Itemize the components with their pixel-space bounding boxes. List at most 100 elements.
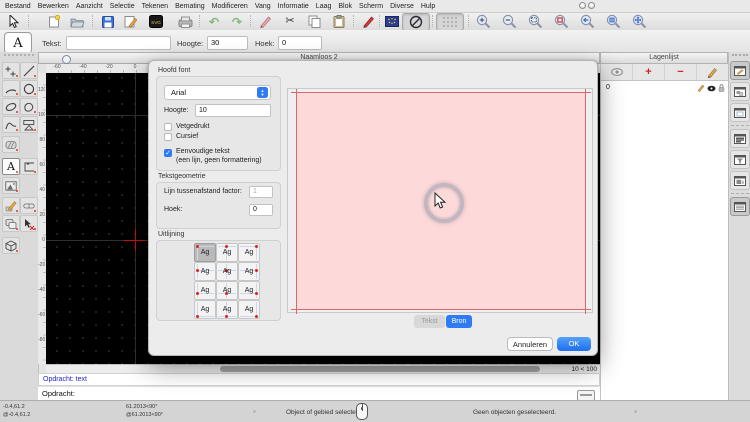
menu-blok[interactable]: Blok [338,3,352,10]
align-top-right-button[interactable]: Ag [238,243,260,262]
zoom-out-icon[interactable] [500,14,518,29]
grid-toggle-icon[interactable] [436,13,464,31]
ok-button[interactable]: OK [557,337,591,351]
draw-pen-icon[interactable] [256,14,274,29]
preview-panel-toggle-icon[interactable] [730,171,750,190]
block-list-panel-toggle-icon[interactable] [730,82,750,101]
combo-arrows-icon[interactable]: ▲▼ [257,87,268,98]
spline-tool-icon[interactable] [20,98,38,115]
align-base-left-button[interactable]: Ag [194,281,216,300]
align-bottom-center-button[interactable]: Ag [216,300,238,319]
text-tool-palette-icon[interactable]: A [2,158,20,175]
menu-hulp[interactable]: Hulp [421,3,435,10]
copy-icon[interactable] [305,14,323,29]
zoom-pan-icon[interactable] [630,14,648,29]
layer-edit-pencil-icon[interactable] [697,84,705,92]
shape-tool-icon[interactable] [20,116,38,133]
layer-list-panel-toggle-icon[interactable] [730,61,750,80]
simple-text-checkbox[interactable]: ✓ [164,149,172,157]
new-file-icon[interactable] [45,14,63,29]
menu-laag[interactable]: Laag [316,3,332,10]
modify-tool-icon[interactable] [2,197,20,214]
window-minimize-button[interactable] [579,2,586,9]
tab-source[interactable]: Bron [446,315,472,328]
line-spacing-input[interactable]: 1 [249,186,273,198]
layer-lock-icon[interactable] [718,84,725,92]
align-middle-left-button[interactable]: Ag [194,262,216,281]
font-select[interactable]: Arial ▲▼ [164,85,271,100]
paste-icon[interactable] [330,14,348,29]
menu-bemating[interactable]: Bemating [175,3,205,10]
restrict-off-icon[interactable] [402,13,430,31]
align-middle-center-button[interactable]: Ag [216,262,238,281]
window-zoom-button[interactable] [588,2,595,9]
italic-checkbox[interactable] [164,133,172,141]
selection-filter-panel-toggle-icon[interactable] [730,150,750,169]
palette-drag-handle[interactable] [4,54,34,60]
print-icon[interactable] [176,14,194,29]
text-input[interactable] [66,36,171,50]
image-tool-icon[interactable] [2,177,20,194]
height-input[interactable]: 30 [207,36,248,50]
point-tool-icon[interactable] [2,62,20,79]
circle-tool-icon[interactable] [20,80,38,97]
measure-tool-icon[interactable] [20,197,38,214]
ellipse-tool-icon[interactable] [2,98,20,115]
font-height-input[interactable]: 10 [195,104,271,117]
menu-bewerken[interactable]: Bewerken [38,3,69,10]
hatch-tool-icon[interactable] [2,136,20,153]
menu-bestand[interactable]: Bestand [5,3,31,10]
isometric-tool-icon[interactable] [2,237,20,254]
layer-visible-eye-icon[interactable] [707,85,716,92]
property-editor-panel-toggle-icon[interactable] [730,197,750,216]
rail-drag-handle[interactable] [732,54,748,59]
pointer-icon[interactable] [5,14,23,29]
command-input[interactable]: Opdracht: [38,386,600,400]
menu-aanzicht[interactable]: Aanzicht [76,3,103,10]
zoom-window-icon[interactable] [604,14,622,29]
polyline-tool-icon[interactable] [2,116,20,133]
boolean-tool-icon[interactable] [2,215,20,232]
library-browser-panel-toggle-icon[interactable] [730,103,750,122]
menu-selectie[interactable]: Selectie [110,3,135,10]
line-tool-icon[interactable] [20,62,38,79]
zoom-selection-icon[interactable] [552,14,570,29]
zoom-previous-icon[interactable] [578,14,596,29]
align-top-center-button[interactable]: Ag [216,243,238,262]
menu-modificeren[interactable]: Modificeren [212,3,248,10]
save-as-icon[interactable] [121,14,139,29]
menu-informatie[interactable]: Informatie [278,3,309,10]
bold-checkbox[interactable] [164,123,172,131]
align-middle-right-button[interactable]: Ag [238,262,260,281]
angle-input[interactable]: 0 [278,36,322,50]
align-bottom-right-button[interactable]: Ag [238,300,260,319]
menu-vang[interactable]: Vang [255,3,271,10]
text-tool-button[interactable]: A [4,32,32,54]
menu-scherm[interactable]: Scherm [359,3,383,10]
undo-icon[interactable]: ↶ [205,14,223,29]
layer-row[interactable]: 0 [601,82,728,95]
align-top-left-button[interactable]: Ag [194,243,216,262]
align-base-center-button[interactable]: Ag [216,281,238,300]
dialog-angle-input[interactable]: 0 [249,204,273,216]
open-file-icon[interactable] [68,14,86,29]
svg-export-icon[interactable]: SVG [147,14,165,29]
edit-layer-pencil-icon[interactable] [697,64,728,80]
command-line-panel-toggle-icon[interactable] [730,129,750,148]
menu-diverse[interactable]: Diverse [390,3,414,10]
add-layer-icon[interactable]: + [633,64,665,80]
zoom-in-icon[interactable] [474,14,492,29]
menu-tekenen[interactable]: Tekenen [142,3,168,10]
redo-icon[interactable]: ↷ [228,14,246,29]
toggle-visibility-eye-icon[interactable] [601,64,633,80]
deselect-tool-icon[interactable] [20,215,38,232]
flag-icon[interactable] [383,14,401,29]
edit-red-pen-icon[interactable] [359,14,377,29]
scrollbar-thumb[interactable] [220,366,540,372]
align-base-right-button[interactable]: Ag [238,281,260,300]
align-bottom-left-button[interactable]: Ag [194,300,216,319]
zoom-auto-icon[interactable] [526,14,544,29]
tab-text[interactable]: Tekst [414,315,445,328]
cancel-button[interactable]: Annuleren [507,337,553,351]
arc-tool-icon[interactable] [2,80,20,97]
